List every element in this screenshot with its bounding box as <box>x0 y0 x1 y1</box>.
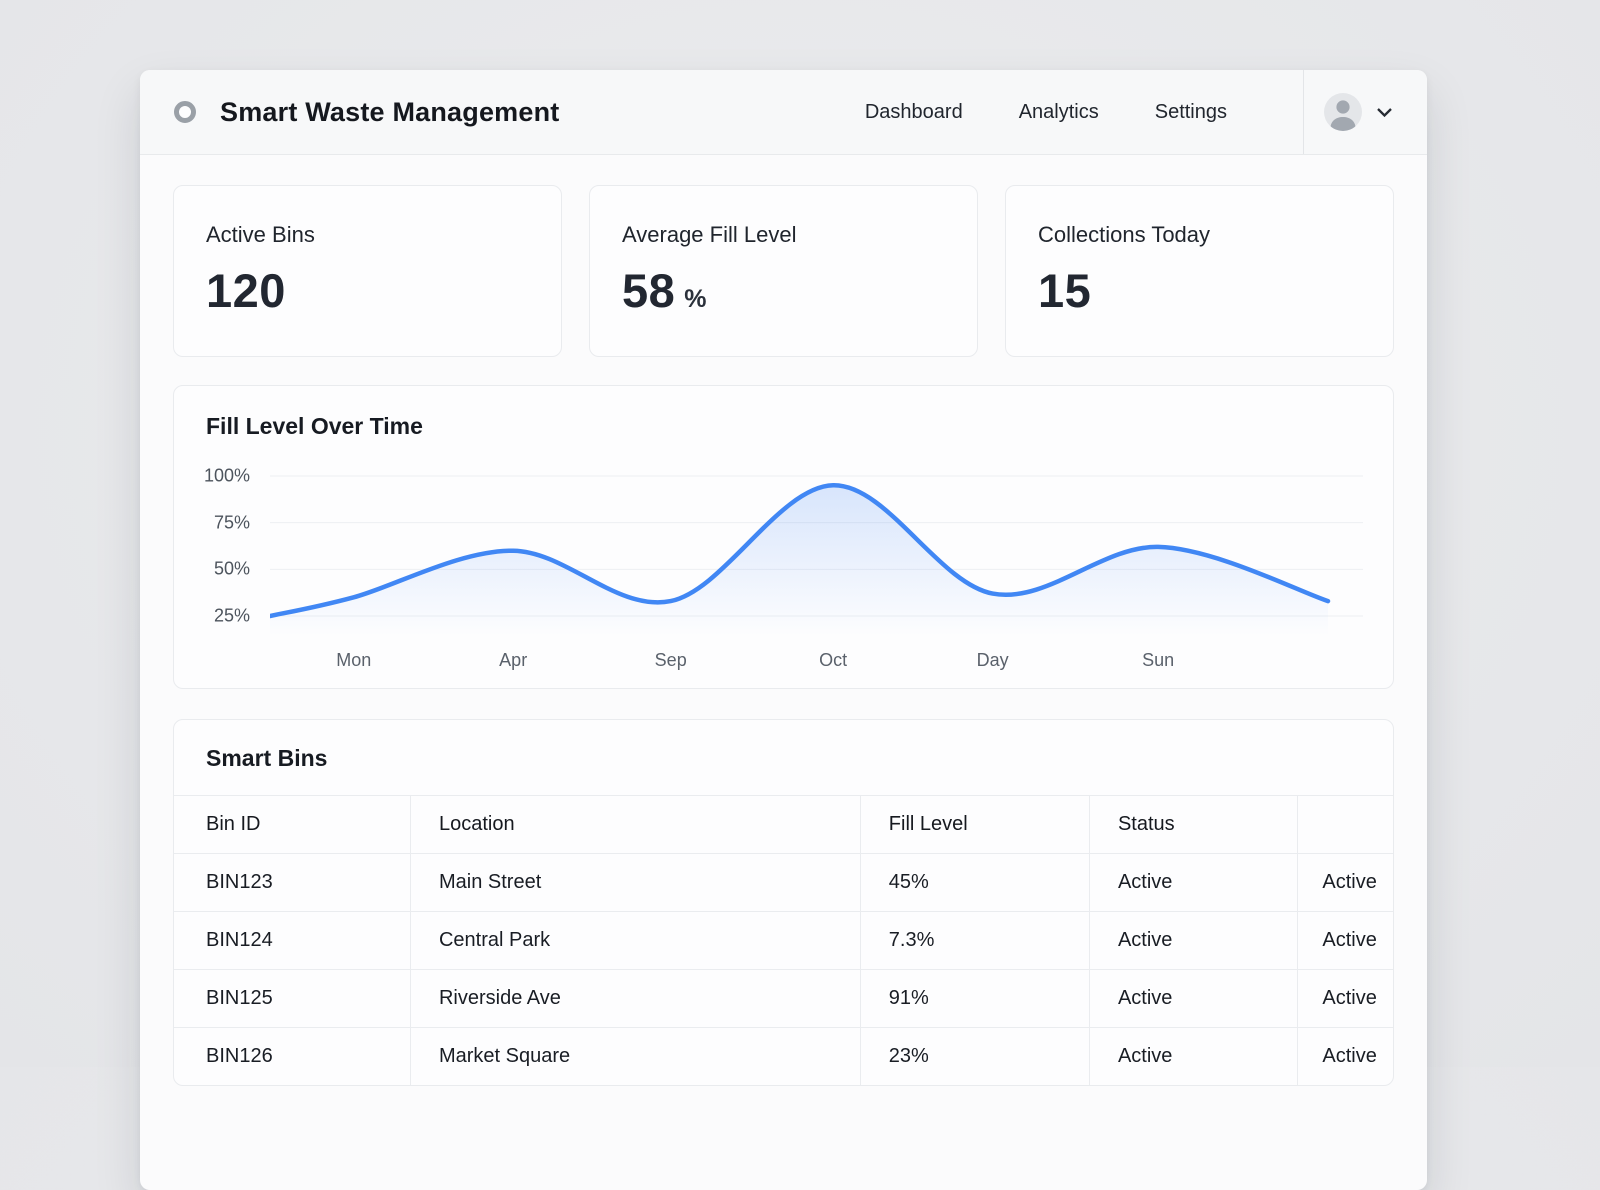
table-cell: Active <box>1089 970 1297 1028</box>
chart-plot-svg <box>270 466 1363 636</box>
table-title: Smart Bins <box>174 720 1393 795</box>
table-row[interactable]: BIN126Market Square23%ActiveActive <box>174 1028 1393 1086</box>
table-cell: BIN125 <box>174 970 410 1028</box>
stat-label: Collections Today <box>1038 222 1361 248</box>
stat-label: Average Fill Level <box>622 222 945 248</box>
app-title: Smart Waste Management <box>220 97 560 128</box>
table-cell: Riverside Ave <box>410 970 860 1028</box>
column-header <box>1298 796 1393 854</box>
stat-value: 120 <box>206 263 286 318</box>
nav-item-analytics[interactable]: Analytics <box>1019 101 1099 124</box>
table-cell: Active <box>1089 854 1297 912</box>
stat-card-active-bins: Active Bins 120 <box>173 185 562 357</box>
table-row[interactable]: BIN124Central Park7.3%ActiveActive <box>174 912 1393 970</box>
smart-bins-table: Bin IDLocationFill LevelStatus BIN123Mai… <box>174 795 1393 1085</box>
y-axis-tick: 100% <box>204 466 250 487</box>
column-header: Status <box>1089 796 1297 854</box>
table-cell: 91% <box>860 970 1089 1028</box>
app-window: Smart Waste Management Dashboard Analytic… <box>140 70 1427 1190</box>
table-cell: 7.3% <box>860 912 1089 970</box>
stat-card-average-fill-level: Average Fill Level 58% <box>589 185 978 357</box>
x-axis-tick: Apr <box>499 650 527 671</box>
nav-item-settings[interactable]: Settings <box>1155 101 1227 124</box>
table-cell: 45% <box>860 854 1089 912</box>
stats-row: Active Bins 120 Average Fill Level 58% Colle… <box>173 185 1394 357</box>
table-cell: Active <box>1298 912 1393 970</box>
x-axis-tick: Oct <box>819 650 847 671</box>
app-logo-ring-icon <box>174 101 196 123</box>
table-cell: BIN124 <box>174 912 410 970</box>
chart-x-axis: Mon Apr Sep Oct Day Sun <box>270 636 1363 678</box>
y-axis-tick: 75% <box>214 512 250 533</box>
table-cell: Active <box>1089 1028 1297 1086</box>
table-cell: Central Park <box>410 912 860 970</box>
y-axis-tick: 50% <box>214 559 250 580</box>
x-axis-tick: Sun <box>1142 650 1174 671</box>
table-row[interactable]: BIN123Main Street45%ActiveActive <box>174 854 1393 912</box>
chart-area: 100% 75% 50% 25% <box>206 466 1363 636</box>
table-cell: Active <box>1298 970 1393 1028</box>
chevron-down-icon[interactable] <box>1376 107 1393 118</box>
account-menu-button[interactable] <box>1303 70 1427 154</box>
table-cell: Main Street <box>410 854 860 912</box>
user-avatar-icon[interactable] <box>1324 93 1362 131</box>
chart-y-axis: 100% 75% 50% 25% <box>206 466 270 636</box>
table-cell: Active <box>1298 1028 1393 1086</box>
main-nav: Dashboard Analytics Settings <box>865 101 1303 124</box>
nav-item-dashboard[interactable]: Dashboard <box>865 101 963 124</box>
table-cell: 23% <box>860 1028 1089 1086</box>
column-header: Location <box>410 796 860 854</box>
bins-header-row: Bin IDLocationFill LevelStatus <box>174 796 1393 854</box>
chart-plot <box>270 466 1363 636</box>
table-cell: Active <box>1089 912 1297 970</box>
stat-suffix: % <box>684 285 706 314</box>
chart-title: Fill Level Over Time <box>206 413 1363 440</box>
stat-label: Active Bins <box>206 222 529 248</box>
column-header: Bin ID <box>174 796 410 854</box>
table-cell: BIN126 <box>174 1028 410 1086</box>
smart-bins-card: Smart Bins Bin IDLocationFill LevelStatu… <box>173 719 1394 1086</box>
table-cell: Market Square <box>410 1028 860 1086</box>
app-header: Smart Waste Management Dashboard Analytic… <box>140 70 1427 155</box>
fill-level-chart-card: Fill Level Over Time 100% 75% 50% 25% Mon Ap… <box>173 385 1394 689</box>
table-row[interactable]: BIN125Riverside Ave91%ActiveActive <box>174 970 1393 1028</box>
x-axis-tick: Day <box>977 650 1009 671</box>
y-axis-tick: 25% <box>214 606 250 627</box>
stat-value: 15 <box>1038 263 1091 318</box>
table-cell: Active <box>1298 854 1393 912</box>
stat-card-collections-today: Collections Today 15 <box>1005 185 1394 357</box>
stat-value: 58 <box>622 263 675 318</box>
x-axis-tick: Mon <box>336 650 371 671</box>
x-axis-tick: Sep <box>655 650 687 671</box>
bins-table-body: BIN123Main Street45%ActiveActiveBIN124Ce… <box>174 854 1393 1086</box>
table-cell: BIN123 <box>174 854 410 912</box>
main-content: Active Bins 120 Average Fill Level 58% Colle… <box>140 155 1427 1116</box>
column-header: Fill Level <box>860 796 1089 854</box>
